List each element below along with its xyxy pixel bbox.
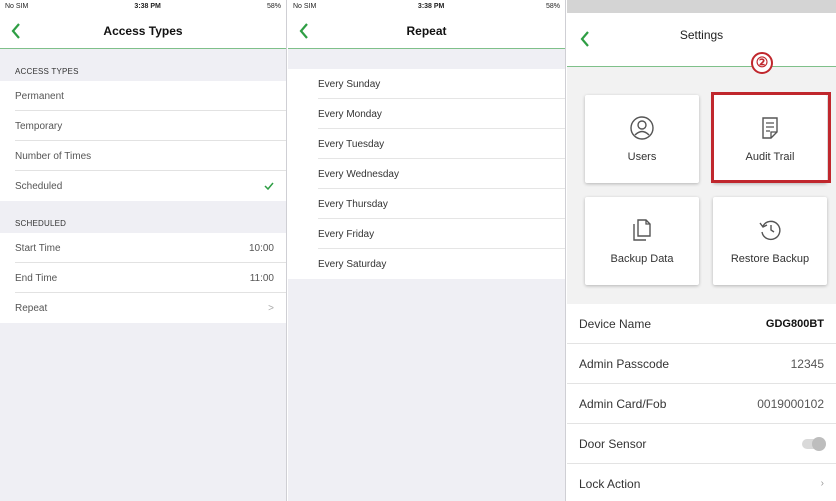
page-title: Settings: [679, 27, 724, 42]
tile-label: Audit Trail: [745, 151, 795, 163]
row-label: End Time: [15, 272, 58, 284]
row-value: 0019000102: [757, 396, 824, 411]
restore-icon: [757, 217, 783, 243]
admin-card-fob-row[interactable]: Admin Card/Fob 0019000102: [567, 384, 836, 424]
chevron-right-icon: ›: [820, 478, 824, 489]
status-bar: No SIM 3:38 PM 58%: [288, 0, 565, 13]
row-label: Scheduled: [15, 180, 63, 192]
battery-label: 58%: [266, 3, 281, 10]
repeat-day-sunday[interactable]: Every Sunday: [288, 69, 565, 99]
battery-label: 58%: [545, 3, 560, 10]
audit-icon: [757, 115, 783, 141]
audit-trail-tile[interactable]: Audit Trail: [713, 95, 827, 183]
backup-data-tile[interactable]: Backup Data: [585, 197, 699, 285]
lock-action-row[interactable]: Lock Action ›: [567, 464, 836, 501]
backup-icon: [629, 217, 655, 243]
status-bar: [567, 0, 836, 13]
back-button[interactable]: [296, 21, 312, 41]
repeat-row[interactable]: Repeat >: [0, 293, 286, 323]
row-label: Door Sensor: [579, 436, 647, 451]
row-label: Start Time: [15, 242, 61, 254]
toggle-knob: [812, 436, 826, 451]
access-type-number-of-times[interactable]: Number of Times: [0, 141, 286, 171]
start-time-row[interactable]: Start Time 10:00: [0, 233, 286, 263]
row-label: Temporary: [15, 120, 63, 132]
chevron-left-icon: [11, 22, 20, 39]
row-label: Admin Card/Fob: [579, 396, 667, 411]
row-label: Permanent: [15, 90, 64, 102]
row-label: Repeat: [15, 302, 48, 314]
tile-label: Backup Data: [610, 253, 674, 265]
settings-rows: Device Name GDG800BT Admin Passcode 1234…: [567, 304, 836, 501]
carrier-label: No SIM: [5, 3, 29, 10]
restore-backup-tile[interactable]: Restore Backup: [713, 197, 827, 285]
chevron-right-icon: >: [268, 302, 274, 314]
door-sensor-row: Door Sensor: [567, 424, 836, 464]
row-value: 12345: [790, 356, 824, 371]
row-value: GDG800BT: [765, 317, 824, 330]
access-types-list: Permanent Temporary Number of Times Sche…: [0, 81, 286, 201]
device-name-row[interactable]: Device Name GDG800BT: [567, 304, 836, 344]
step-number-badge: ②: [751, 52, 773, 74]
repeat-day-monday[interactable]: Every Monday: [288, 99, 565, 129]
door-sensor-toggle[interactable]: [802, 436, 826, 451]
repeat-day-friday[interactable]: Every Friday: [288, 219, 565, 249]
settings-screen: Settings ② Users Audit Trail Backup Data…: [567, 0, 836, 501]
status-bar: No SIM 3:38 PM 58%: [0, 0, 286, 13]
row-label: Admin Passcode: [579, 356, 670, 371]
tile-label: Restore Backup: [730, 253, 810, 265]
section-header-access-types: ACCESS TYPES: [15, 67, 79, 76]
section-header-scheduled: SCHEDULED: [15, 219, 67, 228]
back-button[interactable]: [577, 29, 593, 49]
time-label: 3:38 PM: [417, 3, 445, 10]
carrier-label: No SIM: [293, 3, 317, 10]
page-title: Repeat: [406, 23, 447, 38]
admin-passcode-row[interactable]: Admin Passcode 12345: [567, 344, 836, 384]
back-button[interactable]: [8, 21, 24, 41]
access-types-screen: No SIM 3:38 PM 58% Access Types ACCESS T…: [0, 0, 287, 501]
repeat-day-tuesday[interactable]: Every Tuesday: [288, 129, 565, 159]
time-label: 3:38 PM: [134, 3, 161, 10]
row-value: 10:00: [248, 242, 274, 254]
chevron-left-icon: [580, 31, 589, 47]
repeat-day-wednesday[interactable]: Every Wednesday: [288, 159, 565, 189]
repeat-screen: No SIM 3:38 PM 58% Repeat Every Sunday E…: [288, 0, 566, 501]
nav-bar: Repeat: [288, 13, 565, 49]
end-time-row[interactable]: End Time 11:00: [0, 263, 286, 293]
access-type-scheduled[interactable]: Scheduled: [0, 171, 286, 201]
checkmark-icon: [264, 182, 274, 190]
repeat-days-list: Every Sunday Every Monday Every Tuesday …: [288, 69, 565, 279]
chevron-left-icon: [299, 22, 308, 39]
row-label: Lock Action: [579, 476, 641, 491]
repeat-day-thursday[interactable]: Every Thursday: [288, 189, 565, 219]
access-type-permanent[interactable]: Permanent: [0, 81, 286, 111]
page-title: Access Types: [103, 23, 183, 38]
access-type-temporary[interactable]: Temporary: [0, 111, 286, 141]
users-tile[interactable]: Users: [585, 95, 699, 183]
nav-bar: Settings: [567, 13, 836, 67]
user-icon: [629, 115, 655, 141]
repeat-day-saturday[interactable]: Every Saturday: [288, 249, 565, 279]
row-label: Device Name: [579, 316, 652, 331]
row-value: 11:00: [249, 272, 274, 284]
scheduled-list: Start Time 10:00 End Time 11:00 Repeat >: [0, 233, 286, 323]
row-label: Number of Times: [15, 150, 92, 162]
nav-bar: Access Types: [0, 13, 286, 49]
tile-label: Users: [627, 151, 657, 163]
